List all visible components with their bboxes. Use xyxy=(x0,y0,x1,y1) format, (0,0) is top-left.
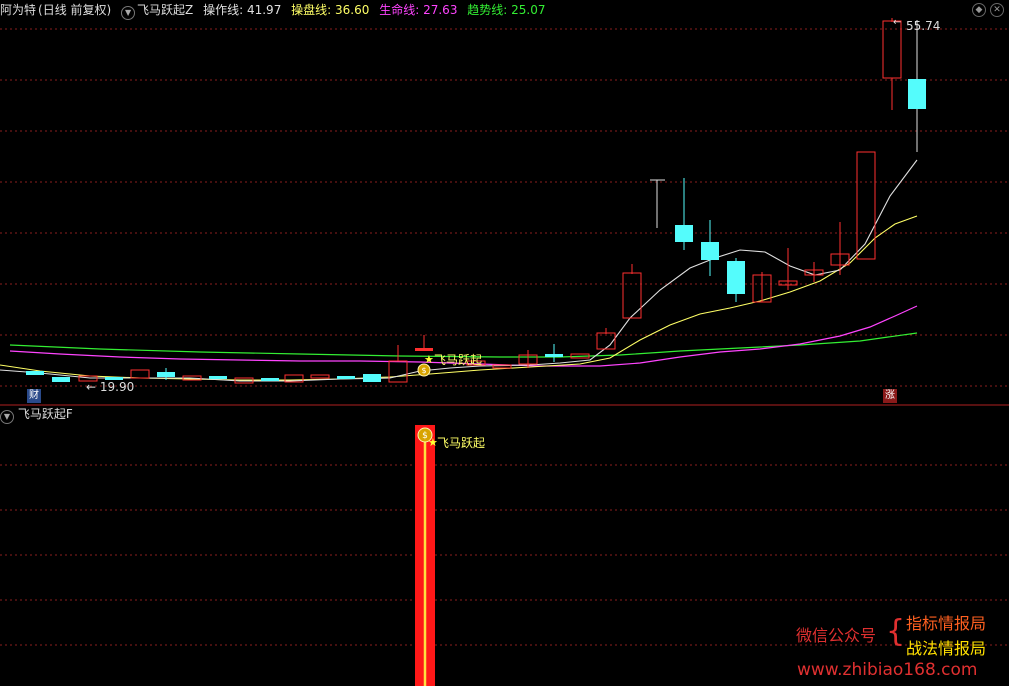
main-header: 阿为特 (日线 前复权) ▼ 飞马跃起Z 操作线: 41.97 操盘线: 36.60… xyxy=(0,2,552,20)
watermark-wechat: 微信公众号 xyxy=(796,626,877,645)
candle xyxy=(596,332,616,350)
candle xyxy=(388,360,408,383)
svg-text:$: $ xyxy=(421,366,426,375)
candle xyxy=(830,253,850,266)
badge-right[interactable]: 涨 xyxy=(883,389,897,403)
watermark-brand1: 指标情报局 xyxy=(906,614,987,633)
star-icon: ★ xyxy=(424,353,434,366)
candle xyxy=(752,274,772,303)
money-bag-icon xyxy=(417,363,431,377)
sub-header: ▼ 飞马跃起F xyxy=(0,406,73,424)
stock-name: 阿为特 xyxy=(0,3,37,17)
line-trend: 趋势线: 25.07 xyxy=(467,3,546,17)
candle xyxy=(570,353,590,359)
watermark-brace: { xyxy=(886,614,906,649)
kline-chart: $ ★ ← $ ★ xyxy=(0,17,1009,686)
svg-text:$: $ xyxy=(422,431,428,441)
candle xyxy=(518,354,538,365)
candle xyxy=(804,269,824,276)
sub-indicator-name[interactable]: 飞马跃起F xyxy=(18,407,73,421)
candle xyxy=(856,151,876,260)
candles xyxy=(26,18,926,384)
candle xyxy=(209,376,227,379)
candle xyxy=(675,225,693,242)
candle xyxy=(284,374,304,383)
candle xyxy=(337,376,355,379)
badge-left[interactable]: 财 xyxy=(27,389,41,403)
candle xyxy=(182,375,202,381)
candle xyxy=(492,364,512,369)
minimize-icon[interactable]: ◆ xyxy=(972,3,986,17)
candle xyxy=(701,242,719,260)
candle xyxy=(622,272,642,319)
candle xyxy=(882,20,902,79)
watermark-url: www.zhibiao168.com xyxy=(797,660,978,680)
signal-bar xyxy=(415,425,435,686)
close-icon[interactable]: ✕ xyxy=(990,3,1004,17)
signal-label-main: 飞马跃起 xyxy=(434,353,483,367)
candle xyxy=(363,374,381,382)
signal-label-sub: 飞马跃起 xyxy=(437,436,486,450)
line-life: 生命线: 27.63 xyxy=(379,3,458,17)
line-operate: 操作线: 41.97 xyxy=(203,3,282,17)
low-price-label: ← 19.90 xyxy=(86,380,135,394)
candle xyxy=(415,348,433,351)
indicator-name[interactable]: 飞马跃起Z xyxy=(137,3,193,17)
candle xyxy=(26,371,44,375)
candle xyxy=(234,377,254,384)
chevron-down-icon[interactable]: ▼ xyxy=(0,410,14,424)
candle xyxy=(727,261,745,294)
candle xyxy=(545,354,563,357)
candle xyxy=(778,280,798,286)
svg-text:←: ← xyxy=(893,17,901,28)
candle xyxy=(130,369,150,379)
candle xyxy=(908,79,926,109)
candle xyxy=(261,378,279,381)
candle xyxy=(310,374,330,379)
period-label: (日线 前复权) xyxy=(38,3,112,17)
chevron-down-icon[interactable]: ▼ xyxy=(121,6,136,20)
line-trade: 操盘线: 36.60 xyxy=(291,3,370,17)
candle xyxy=(52,377,70,382)
watermark-brand2: 战法情报局 xyxy=(906,639,987,658)
candle xyxy=(157,372,175,377)
money-bag-icon xyxy=(417,427,433,443)
high-price-label: 55.74 xyxy=(906,19,941,33)
operate-line xyxy=(0,159,918,382)
